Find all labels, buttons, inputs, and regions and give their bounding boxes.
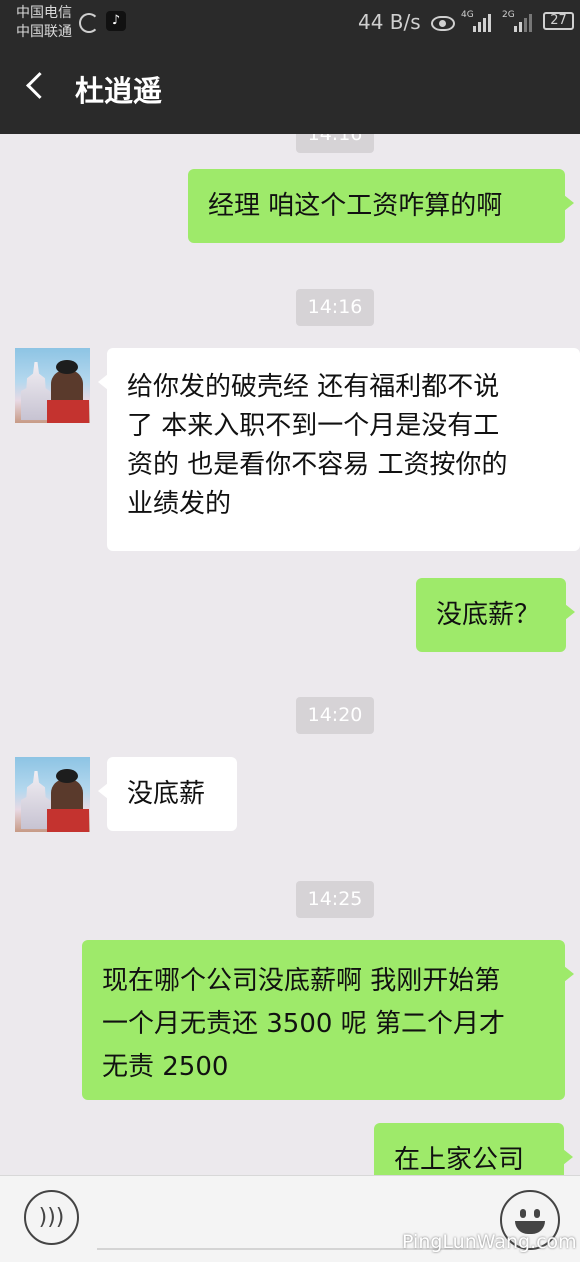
sync-icon xyxy=(79,13,99,33)
message-line: 无责 2500 xyxy=(102,1052,229,1082)
message-sent[interactable]: 没底薪？ xyxy=(416,578,575,652)
tiktok-icon: ♪ xyxy=(106,11,126,31)
contact-avatar[interactable] xyxy=(15,348,90,423)
message-line: 现在哪个公司没底薪啊 我刚开始第 xyxy=(102,966,501,996)
status-bar: 中国电信 中国联通 ♪ 44 B/s 4G 2G 27 xyxy=(0,0,580,46)
timestamp: 14:25 xyxy=(296,881,374,918)
carrier-labels: 中国电信 中国联通 xyxy=(16,4,72,42)
signal-2-icon: 2G xyxy=(502,10,532,32)
message-line: 业绩发的 xyxy=(127,489,232,519)
timestamp: 14:16 xyxy=(296,134,374,153)
message-received[interactable]: 给你发的破壳经 还有福利都不说 了 本来入职不到一个月是没有工 资的 也是看你不… xyxy=(98,348,580,551)
net-speed: 44 B/s xyxy=(358,10,421,34)
message-line: 给你发的破壳经 还有福利都不说 xyxy=(127,372,500,402)
emoji-icon xyxy=(520,1209,526,1218)
message-line: 资的 也是看你不容易 工资按你的 xyxy=(127,450,508,480)
message-sent[interactable]: 现在哪个公司没底薪啊 我刚开始第 一个月无责还 3500 呢 第二个月才 无责 … xyxy=(82,940,574,1100)
carrier-2: 中国联通 xyxy=(16,24,72,40)
timestamp: 14:20 xyxy=(296,697,374,734)
contact-avatar[interactable] xyxy=(15,757,90,832)
chat-header: 杜逍遥 xyxy=(0,46,580,134)
message-line: 一个月无责还 3500 呢 第二个月才 xyxy=(102,1009,505,1039)
message-sent[interactable]: 在上家公司 xyxy=(374,1123,573,1175)
carrier-1: 中国电信 xyxy=(16,5,72,21)
battery-indicator: 27 xyxy=(543,12,574,30)
voice-button[interactable]: ))) xyxy=(24,1190,79,1245)
signal-1-icon: 4G xyxy=(461,10,491,32)
back-arrow-icon[interactable] xyxy=(26,72,53,99)
eye-icon xyxy=(431,16,455,31)
watermark: PingLunWang.com xyxy=(402,1231,577,1253)
message-line: 了 本来入职不到一个月是没有工 xyxy=(127,411,500,441)
message-sent[interactable]: 经理 咱这个工资咋算的啊 xyxy=(188,169,574,243)
voice-icon: ))) xyxy=(38,1205,65,1230)
message-received[interactable]: 没底薪 xyxy=(98,757,237,831)
chat-title: 杜逍遥 xyxy=(75,74,163,108)
timestamp: 14:16 xyxy=(296,289,374,326)
chat-messages[interactable]: 14:16 经理 咱这个工资咋算的啊 14:16 给你发的破壳经 还有福利都不说… xyxy=(0,134,580,1175)
